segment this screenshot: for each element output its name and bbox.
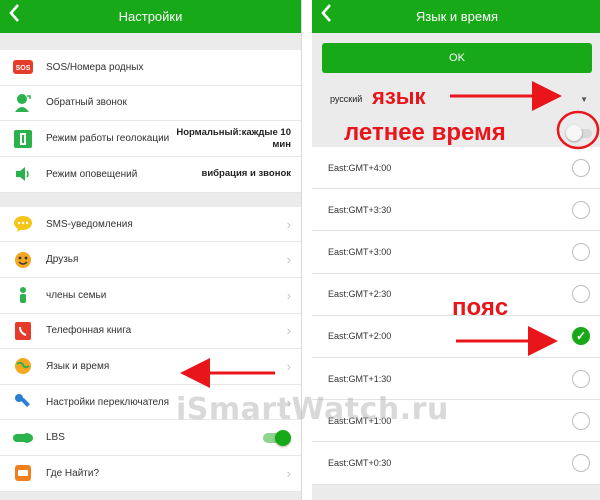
- dst-toggle[interactable]: [566, 123, 592, 143]
- language-select[interactable]: русский ▼: [312, 79, 600, 119]
- family-figure-icon: [12, 284, 34, 306]
- timezone-label: East:GMT+1:30: [328, 373, 392, 384]
- annotation-timezone: пояс: [452, 294, 509, 321]
- radio-unchecked-icon[interactable]: [572, 242, 590, 261]
- row-label: SOS/Номера родных: [46, 61, 144, 73]
- toggle-knob: [275, 429, 291, 446]
- row-label: Обратный звонок: [46, 97, 127, 109]
- friends-emoji-icon: [12, 249, 34, 271]
- chevron-right-icon: ›: [286, 216, 291, 232]
- timezone-option[interactable]: East:GMT+4:00: [312, 147, 600, 190]
- settings-row[interactable]: члены семьи ›: [0, 278, 301, 314]
- divider: [0, 33, 301, 50]
- settings-row[interactable]: Обратный звонок: [0, 86, 301, 122]
- timezone-label: East:GMT+3:30: [328, 204, 392, 215]
- back-arrow-icon[interactable]: [320, 3, 340, 29]
- radio-checked-icon[interactable]: ✓: [572, 327, 590, 346]
- radio-unchecked-icon[interactable]: [572, 158, 590, 177]
- device-settings-group: SOS SOS/Номера родных Обратный звонок Режим…: [0, 50, 301, 193]
- timezone-option[interactable]: East:GMT+3:30: [312, 189, 600, 232]
- callback-person-icon: [12, 92, 34, 114]
- ok-button[interactable]: OK: [322, 43, 592, 73]
- timezone-label: East:GMT+2:00: [328, 331, 392, 342]
- back-arrow-icon[interactable]: [8, 3, 28, 29]
- settings-row[interactable]: Режим оповещений вибрация и звонок: [0, 157, 301, 193]
- timezone-option[interactable]: East:GMT+0:30: [312, 442, 600, 485]
- row-label: Режим оповещений: [46, 168, 138, 180]
- sos-icon: SOS: [12, 56, 34, 78]
- globe-clock-icon: [12, 355, 34, 377]
- row-label: Друзья: [46, 254, 79, 266]
- timezone-option[interactable]: East:GMT+3:00: [312, 231, 600, 274]
- settings-title: Настройки: [118, 9, 183, 24]
- settings-row[interactable]: Телефонная книга ›: [0, 314, 301, 350]
- svg-text:SOS: SOS: [16, 65, 31, 72]
- chevron-right-icon: ›: [286, 323, 291, 339]
- watermark: iSmartWatch.ru: [176, 392, 449, 427]
- chat-bubble-icon: [12, 213, 34, 235]
- speaker-icon: [12, 163, 34, 185]
- ok-area: OK: [312, 33, 600, 79]
- dst-toggle-knob: [566, 125, 582, 141]
- row-label: LBS: [46, 432, 65, 444]
- lbs-toggle[interactable]: [261, 429, 291, 446]
- chevron-right-icon: ›: [286, 287, 291, 303]
- annotation-dst: летнее время: [344, 119, 506, 146]
- row-label: SMS-уведомления: [46, 218, 133, 230]
- row-label: Язык и время: [46, 360, 110, 372]
- chevron-right-icon: ›: [286, 252, 291, 268]
- timezone-label: East:GMT+3:00: [328, 246, 392, 257]
- language-time-title: Язык и время: [415, 9, 499, 24]
- geolocation-mode-icon: [12, 128, 34, 150]
- phonebook-icon: [12, 320, 34, 342]
- lbs-toggle-icon: [12, 427, 34, 449]
- timezone-option[interactable]: East:GMT+2:00 ✓: [312, 315, 600, 358]
- radio-unchecked-icon[interactable]: [572, 411, 590, 430]
- app-settings-group: SMS-уведомления › Друзья › члены семьи › Телеф…: [0, 206, 301, 492]
- radio-unchecked-icon[interactable]: [572, 453, 590, 472]
- row-value: вибрация и звонок: [201, 168, 291, 180]
- settings-row[interactable]: Друзья ›: [0, 242, 301, 278]
- settings-row[interactable]: Язык и время ›: [0, 349, 301, 385]
- row-label: Где Найти?: [46, 467, 100, 479]
- radio-unchecked-icon[interactable]: [572, 369, 590, 388]
- language-appbar: Язык и время: [312, 0, 600, 33]
- row-label: Телефонная книга: [46, 325, 132, 337]
- screenshot-composite: Настройки SOS SOS/Номера родных Обратный з…: [0, 0, 600, 500]
- row-value: Нормальный:каждые 10 мин: [176, 126, 291, 150]
- row-label: Режим работы геолокации: [46, 133, 170, 145]
- row-label: члены семьи: [46, 289, 107, 301]
- divider: [0, 192, 301, 207]
- settings-row[interactable]: Где Найти? ›: [0, 456, 301, 492]
- radio-unchecked-icon[interactable]: [572, 285, 590, 304]
- radio-unchecked-icon[interactable]: [572, 200, 590, 219]
- settings-row[interactable]: SMS-уведомления ›: [0, 207, 301, 243]
- language-value: русский: [330, 94, 363, 104]
- dropdown-triangle-icon: ▼: [580, 94, 588, 104]
- find-watch-icon: [12, 462, 34, 484]
- annotation-language: язык: [372, 84, 426, 109]
- wrench-icon: [12, 391, 34, 413]
- settings-row[interactable]: Режим работы геолокации Нормальный:каждые…: [0, 121, 301, 158]
- settings-row[interactable]: SOS SOS/Номера родных: [0, 50, 301, 86]
- timezone-label: East:GMT+4:00: [328, 162, 392, 173]
- timezone-label: East:GMT+0:30: [328, 457, 392, 468]
- chevron-right-icon: ›: [286, 465, 291, 481]
- settings-appbar: Настройки: [0, 0, 301, 33]
- chevron-right-icon: ›: [286, 358, 291, 374]
- timezone-label: East:GMT+2:30: [328, 289, 392, 300]
